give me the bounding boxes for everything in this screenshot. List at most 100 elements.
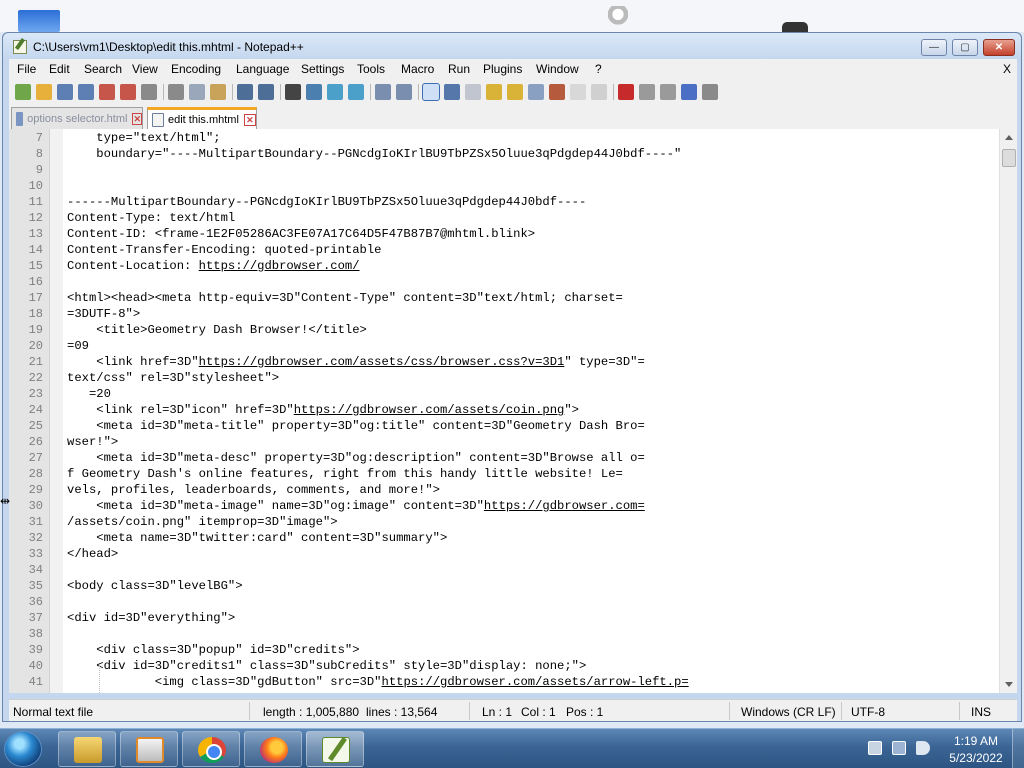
taskbar-notepad-plus-plus-button[interactable] (306, 731, 364, 767)
code-line[interactable]: type="text/html"; (67, 131, 220, 145)
code-line[interactable]: =3DUTF-8"> (67, 307, 140, 321)
code-line[interactable]: <meta name=3D"twitter:card" content=3D"s… (67, 531, 447, 545)
menu-help[interactable]: ? (595, 62, 602, 76)
taskbar-media-player-button[interactable] (120, 731, 178, 767)
desktop-shortcut-icon[interactable] (608, 6, 628, 30)
tab-edit-this[interactable]: edit this.mhtml ✕ (147, 107, 257, 129)
run-macro-multiple-icon[interactable] (681, 84, 697, 100)
menu-edit[interactable]: Edit (49, 62, 70, 76)
menu-plugins[interactable]: Plugins (483, 62, 522, 76)
scroll-up-icon[interactable] (1005, 135, 1013, 140)
sync-vertical-icon[interactable] (375, 84, 391, 100)
code-line[interactable]: wser!"> (67, 435, 118, 449)
desktop-shortcut-icon[interactable] (782, 22, 808, 32)
menu-window[interactable]: Window (536, 62, 579, 76)
taskbar-chrome-button[interactable] (182, 731, 240, 767)
show-desktop-button[interactable] (1012, 729, 1024, 768)
taskbar-firefox-button[interactable] (244, 731, 302, 767)
code-line[interactable]: <html><head><meta http-equiv=3D"Content-… (67, 291, 623, 305)
vertical-scrollbar[interactable] (999, 129, 1017, 693)
code-line[interactable]: f Geometry Dash's online features, right… (67, 467, 623, 481)
code-link[interactable]: https://gdbrowser.com/assets/arrow-left.… (382, 675, 689, 689)
code-line[interactable]: Content-Transfer-Encoding: quoted-printa… (67, 243, 382, 257)
new-file-icon[interactable] (15, 84, 31, 100)
save-all-icon[interactable] (78, 84, 94, 100)
copy-icon[interactable] (189, 84, 205, 100)
cut-icon[interactable] (168, 84, 184, 100)
find-icon[interactable] (285, 84, 301, 100)
menu-view[interactable]: View (132, 62, 158, 76)
code-link[interactable]: https://gdbrowser.com/assets/css/browser… (199, 355, 565, 369)
paste-icon[interactable] (210, 84, 226, 100)
code-line[interactable]: ------MultipartBoundary--PGNcdgIoKIrlBU9… (67, 195, 586, 209)
code-line[interactable]: text/css" rel=3D"stylesheet"> (67, 371, 279, 385)
code-line[interactable]: =20 (67, 387, 111, 401)
title-bar[interactable]: C:\Users\vm1\Desktop\edit this.mhtml - N… (3, 33, 1021, 61)
code-line[interactable]: boundary="----MultipartBoundary--PGNcdgI… (67, 147, 681, 161)
code-link[interactable]: https://gdbrowser.com/assets/coin.png (294, 403, 565, 417)
menu-language[interactable]: Language (236, 62, 289, 76)
folder-workspace-icon[interactable] (570, 84, 586, 100)
code-line[interactable]: <meta id=3D"meta-title" property=3D"og:t… (67, 419, 645, 433)
desktop-shortcut-icon[interactable] (18, 10, 60, 32)
play-macro-icon[interactable] (660, 84, 676, 100)
code-line[interactable]: <link href=3D"https://gdbrowser.com/asse… (67, 355, 645, 369)
close-window-button[interactable]: ✕ (983, 39, 1015, 56)
action-center-icon[interactable] (868, 741, 882, 755)
menu-run[interactable]: Run (448, 62, 470, 76)
code-line[interactable]: Content-Location: https://gdbrowser.com/ (67, 259, 360, 273)
menu-search[interactable]: Search (84, 62, 122, 76)
scroll-down-icon[interactable] (1005, 682, 1013, 687)
open-file-icon[interactable] (36, 84, 52, 100)
scrollbar-thumb[interactable] (1002, 149, 1016, 167)
menu-tools[interactable]: Tools (357, 62, 385, 76)
code-line[interactable]: <div id=3D"credits1" class=3D"subCredits… (67, 659, 586, 673)
start-button[interactable] (4, 731, 42, 767)
code-link[interactable]: https://gdbrowser.com/ (199, 259, 360, 273)
maximize-button[interactable]: ▢ (952, 39, 978, 56)
code-line[interactable]: <title>Geometry Dash Browser!</title> (67, 323, 367, 337)
undo-icon[interactable] (237, 84, 253, 100)
function-list-icon[interactable] (549, 84, 565, 100)
code-line[interactable]: <body class=3D"levelBG"> (67, 579, 243, 593)
print-icon[interactable] (141, 84, 157, 100)
code-line[interactable]: </head> (67, 547, 118, 561)
tab-options-selector[interactable]: options selector.html ✕ (11, 107, 143, 129)
network-icon[interactable] (892, 741, 906, 755)
code-line[interactable]: <div class=3D"popup" id=3D"credits"> (67, 643, 359, 657)
code-line[interactable]: /assets/coin.png" itemprop=3D"image"> (67, 515, 338, 529)
zoom-out-icon[interactable] (348, 84, 364, 100)
code-link[interactable]: https://gdbrowser.com= (484, 499, 645, 513)
notepad-plus-plus-icon[interactable] (13, 40, 27, 54)
code-line[interactable]: <img class=3D"gdButton" src=3D"https://g… (67, 675, 689, 689)
indent-guide-icon[interactable] (465, 84, 481, 100)
redo-icon[interactable] (258, 84, 274, 100)
menu-file[interactable]: File (17, 62, 36, 76)
record-macro-icon[interactable] (618, 84, 634, 100)
code-line[interactable]: vels, profiles, leaderboards, comments, … (67, 483, 440, 497)
clock-time[interactable]: 1:19 AM (948, 734, 1004, 748)
menu-settings[interactable]: Settings (301, 62, 344, 76)
save-icon[interactable] (57, 84, 73, 100)
code-line[interactable]: Content-ID: <frame-1E2F05286AC3FE07A17C6… (67, 227, 535, 241)
show-all-characters-icon[interactable] (444, 84, 460, 100)
zoom-in-icon[interactable] (327, 84, 343, 100)
text-editor[interactable]: 7 8 9 10 11 12 13 14 15 16 17 18 19 20 21 22 23 24 25 26 27 2… (9, 129, 1017, 693)
code-line[interactable]: <div id=3D"everything"> (67, 611, 235, 625)
sync-horizontal-icon[interactable] (396, 84, 412, 100)
document-list-icon[interactable] (528, 84, 544, 100)
code-line[interactable]: <meta id=3D"meta-image" name=3D"og:image… (67, 499, 645, 513)
close-document-button[interactable]: X (1003, 62, 1011, 76)
close-tab-icon[interactable]: ✕ (132, 112, 142, 125)
save-macro-icon[interactable] (702, 84, 718, 100)
code-line[interactable]: =09 (67, 339, 89, 353)
stop-recording-icon[interactable] (639, 84, 655, 100)
close-all-icon[interactable] (120, 84, 136, 100)
code-line[interactable]: Content-Type: text/html (67, 211, 235, 225)
user-defined-language-icon[interactable] (486, 84, 502, 100)
menu-encoding[interactable]: Encoding (171, 62, 221, 76)
clock-date[interactable]: 5/23/2022 (944, 751, 1008, 765)
fold-margin[interactable] (49, 129, 63, 693)
menu-macro[interactable]: Macro (401, 62, 434, 76)
minimize-button[interactable]: — (921, 39, 947, 56)
